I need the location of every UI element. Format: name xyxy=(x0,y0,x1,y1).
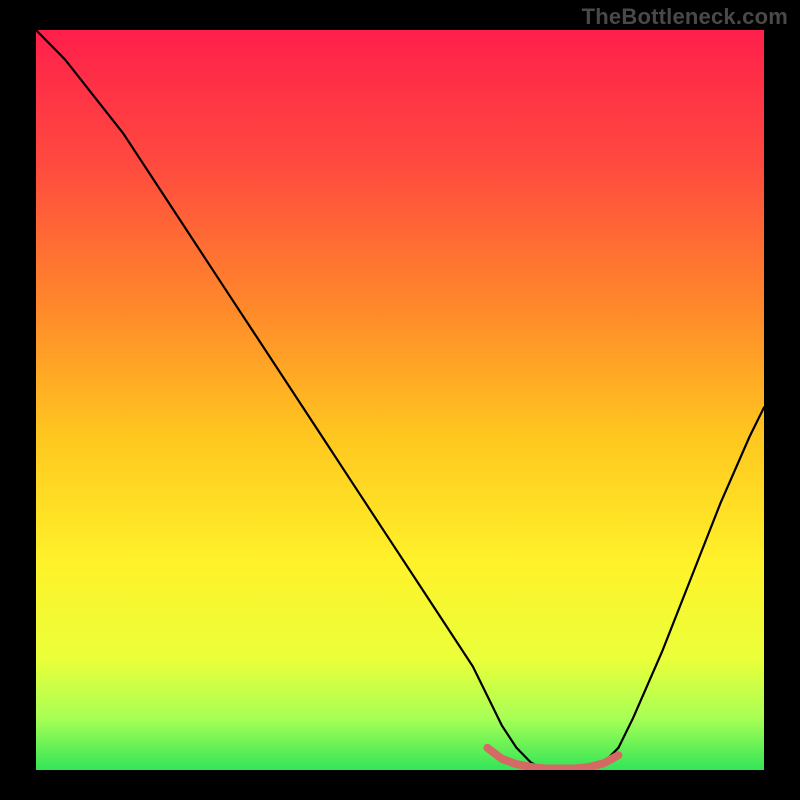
chart-frame: TheBottleneck.com xyxy=(0,0,800,800)
chart-svg xyxy=(36,30,764,770)
gradient-background xyxy=(36,30,764,770)
watermark-text: TheBottleneck.com xyxy=(582,4,788,30)
plot-area xyxy=(36,30,764,770)
